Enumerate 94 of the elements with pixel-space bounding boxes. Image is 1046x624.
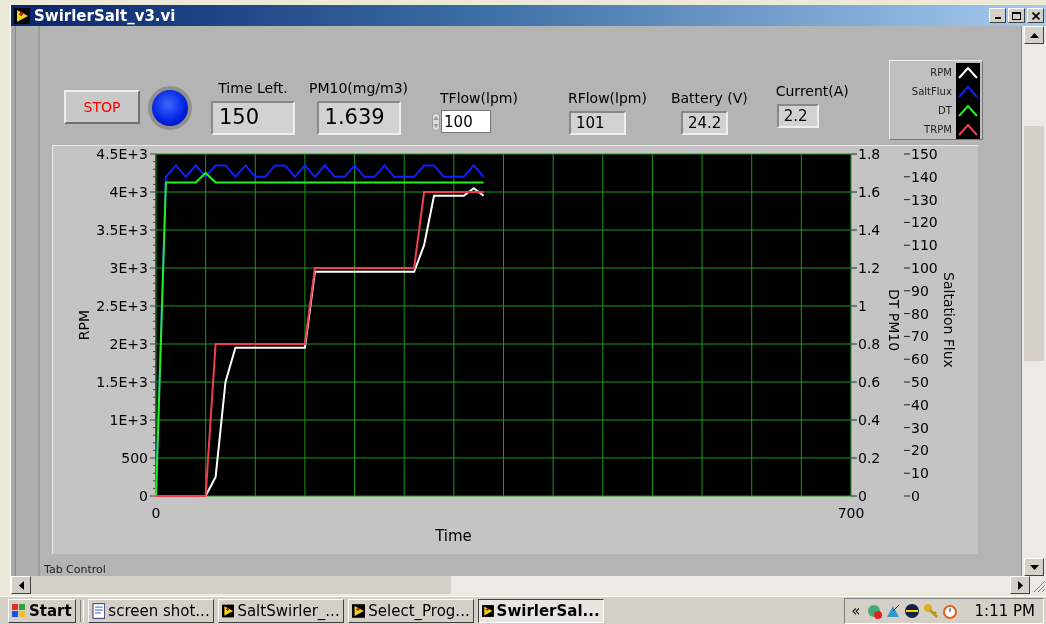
y-tick-label: 0.6 [858, 374, 881, 390]
x-tick-label: 700 [837, 505, 865, 521]
y-tick-label: 1.6 [858, 184, 881, 200]
minimize-icon [994, 17, 1001, 19]
key-icon [922, 602, 939, 619]
windows-logo-icon [12, 603, 26, 618]
legend-label: RPM [930, 67, 952, 78]
tab-control-label: Tab Control [44, 564, 107, 576]
y-tick-label: 1.8 [858, 146, 881, 162]
indicator-label: Battery (V) [670, 90, 748, 107]
control-label: TFlow(lpm) [440, 90, 518, 107]
document-icon [91, 602, 106, 619]
y-axis-title: RPM [76, 309, 92, 341]
network-warning-icon [865, 602, 882, 619]
indicator-label: RFlow(lpm) [567, 90, 647, 107]
y-tick-label: 1E+3 [109, 412, 148, 428]
y-tick-label: 0.8 [858, 336, 881, 352]
right-arrow-icon [1017, 580, 1023, 590]
scroll-right-button[interactable] [1010, 576, 1030, 594]
y-tick-label: 10 [911, 465, 929, 482]
numeric-indicator: 150 [211, 101, 295, 135]
legend-label: TRPM [924, 124, 952, 135]
y-tick-label: 140 [911, 168, 938, 185]
y-tick-label: 4.5E+3 [96, 146, 148, 162]
taskbar-button[interactable]: SaltSwirler_... [217, 598, 344, 623]
start-button[interactable]: Start [8, 598, 76, 623]
y-tick-label: 150 [911, 146, 938, 162]
y-tick-label: 20 [911, 442, 929, 459]
numeric-indicator: 1.639 [316, 101, 401, 135]
y-tick-label: 40 [911, 396, 929, 413]
y-tick-label: 60 [911, 351, 929, 368]
y-tick-label: 0 [139, 488, 148, 504]
y-tick-label: 0.2 [858, 450, 881, 466]
x-tick-label: 0 [151, 505, 161, 521]
legend-label: DT [938, 105, 952, 116]
y-tick-label: 1.4 [858, 222, 881, 238]
legend-label: SaltFlux [911, 86, 952, 97]
y-tick-label: 0 [858, 488, 867, 504]
y-tick-label: 3E+3 [109, 260, 148, 276]
y-tick-label: 3.5E+3 [96, 222, 148, 238]
y-tick-label: 1.5E+3 [96, 374, 148, 390]
y-tick-label: 1 [858, 298, 867, 314]
y-tick-label: 500 [121, 450, 148, 466]
y-tick-label: 80 [911, 305, 929, 322]
increment-arrows-icon [432, 112, 441, 131]
y-tick-label: 2.5E+3 [96, 298, 148, 314]
y-tick-label: 0.4 [858, 412, 881, 428]
maximize-icon [1012, 11, 1021, 20]
close-icon [1031, 11, 1040, 20]
stopwatch-icon [941, 602, 958, 619]
numeric-indicator: 101 [568, 111, 626, 135]
y-tick-label: 50 [911, 374, 929, 390]
y-tick-label: 110 [911, 237, 938, 254]
y-tick-label: 1.2 [858, 260, 881, 276]
y-tick-label: 120 [911, 214, 938, 231]
y-tick-label: 2E+3 [109, 336, 148, 352]
taskbar-button[interactable]: screen shot... [87, 598, 214, 623]
labview-icon [14, 7, 30, 24]
window-title: SwirlerSalt_v3.vi [34, 6, 177, 25]
labview-icon [221, 602, 235, 619]
y-axis-title: Saltation Flux [941, 272, 957, 368]
left-arrow-icon [18, 580, 24, 590]
up-arrow-icon [1029, 32, 1039, 38]
close-button[interactable] [1027, 8, 1044, 23]
scrollbar-thumb[interactable] [31, 576, 451, 594]
y-tick-label: 100 [911, 260, 938, 276]
numeric-input-field[interactable]: 100 [441, 110, 492, 133]
y-tick-label: 90 [911, 282, 929, 299]
minimize-button[interactable] [989, 8, 1006, 23]
y-tick-label: 130 [911, 191, 938, 208]
y-axis-title: DT PM10 [886, 288, 902, 352]
numeric-indicator: 24.2 [680, 111, 729, 135]
indicator-label: Current(A) [775, 83, 849, 100]
scroll-down-button[interactable] [1024, 558, 1044, 576]
scroll-left-button[interactable] [11, 576, 31, 594]
indicator-label: Time Left. [218, 80, 288, 97]
scrollbar-thumb[interactable] [1024, 126, 1044, 361]
scroll-up-button[interactable] [1024, 26, 1044, 44]
show-hidden-icons-button[interactable]: « [849, 601, 863, 620]
y-tick-label: 4E+3 [109, 184, 148, 200]
indicator-label: PM10(mg/m3) [309, 80, 409, 97]
x-axis-title: Time [435, 527, 472, 545]
y-tick-label: 70 [911, 328, 929, 345]
y-tick-label: 0 [911, 488, 920, 504]
maximize-button[interactable] [1008, 8, 1025, 23]
taskbar-button[interactable]: Select_Prog... [347, 598, 474, 623]
y-tick-label: 30 [911, 419, 929, 436]
taskbar-button[interactable]: SwirlerSal... [477, 598, 604, 623]
labview-icon [351, 602, 366, 619]
down-arrow-icon [1029, 564, 1039, 570]
numeric-indicator: 2.2 [776, 104, 819, 128]
clock: 1:11 PM [974, 601, 1035, 620]
labview-icon [481, 602, 494, 619]
satellite-dish-icon [884, 602, 901, 619]
